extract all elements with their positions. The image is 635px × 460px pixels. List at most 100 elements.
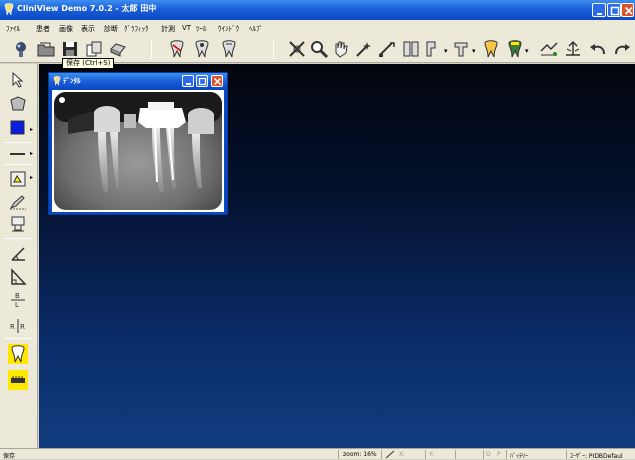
tooth-dropdown-arrow[interactable]: ▾ [525, 47, 529, 55]
pointer-icon[interactable] [8, 70, 28, 90]
annotate-dropdown-arrow[interactable]: ▸ [30, 174, 33, 181]
close-icon [624, 6, 633, 15]
adjust-icon[interactable] [563, 39, 583, 59]
maximize-icon [198, 77, 207, 86]
menu-help[interactable]: ﾍﾙﾌﾟ [249, 24, 263, 34]
minimize-button[interactable] [592, 3, 606, 17]
palette-divider [4, 142, 32, 143]
palette-divider [4, 164, 32, 165]
dental-xray-image[interactable] [54, 92, 222, 210]
shape-icon[interactable] [8, 94, 28, 114]
layout-1-dropdown-arrow[interactable]: ▾ [444, 47, 448, 55]
color-dropdown-arrow[interactable]: ▸ [30, 126, 33, 133]
tooth-1-icon[interactable] [167, 39, 187, 59]
svg-text:B: B [15, 292, 20, 300]
measure-icon[interactable] [377, 39, 397, 59]
tooth-yellow-icon[interactable] [505, 39, 525, 59]
image-close-button[interactable] [211, 75, 223, 87]
o-indicator: O [486, 451, 491, 458]
zoom-icon[interactable] [309, 39, 329, 59]
save-tooltip: 保存 (Ctrl+S) [62, 58, 115, 69]
redo-icon[interactable] [612, 39, 632, 59]
hand-icon[interactable] [331, 39, 351, 59]
app-tooth-icon [4, 3, 14, 16]
tooth-color-icon[interactable] [481, 39, 501, 59]
status-divider [455, 450, 456, 459]
x-coordinate-label: X: [399, 451, 406, 458]
close-icon [213, 77, 222, 86]
menu-window[interactable]: ｳｲﾝﾄﾞｳ [218, 24, 239, 34]
status-divider [381, 450, 382, 459]
menu-measure[interactable]: 計測 [161, 24, 175, 34]
status-divider [338, 450, 339, 459]
pencil-icon[interactable] [8, 192, 28, 212]
tool-palette: ▸ ▸ ▸ BL RR [0, 64, 38, 448]
line-tool-icon [385, 450, 395, 459]
save-icon[interactable] [60, 39, 80, 59]
ratio-icon[interactable]: BL [8, 290, 28, 310]
menu-graphic[interactable]: ｸﾞﾗﾌｨｯｸ [124, 24, 149, 34]
tooth-3-icon[interactable] [219, 39, 239, 59]
undo-icon[interactable] [588, 39, 608, 59]
minimize-icon [186, 83, 191, 85]
open-icon[interactable] [36, 39, 56, 59]
svg-text:L: L [15, 301, 19, 309]
maximize-button[interactable] [607, 3, 621, 17]
layout-2-icon[interactable] [451, 39, 471, 59]
copy-icon[interactable] [84, 39, 104, 59]
palette-divider [4, 238, 32, 239]
angle-icon[interactable] [8, 244, 28, 264]
menu-diagnosis[interactable]: 診断 [104, 24, 118, 34]
menu-file[interactable]: ﾌｧｲﾙ [6, 24, 20, 34]
mirror-icon[interactable]: RR [8, 316, 28, 336]
tooth-highlight-icon[interactable] [8, 344, 28, 364]
compare-icon[interactable] [539, 39, 559, 59]
acquire-icon[interactable] [11, 39, 31, 59]
status-divider [425, 450, 426, 459]
status-bar: 保存 zoom: 16% X: Y: O P ﾊﾞｯﾃﾘｰ ﾕｰｻﾞｰ: PID… [0, 448, 635, 460]
image-window-body [52, 90, 224, 212]
image-maximize-button[interactable] [196, 75, 208, 87]
dental-image-window[interactable]: ﾃﾞﾝﾀﾙ [48, 72, 228, 215]
image-window-title: ﾃﾞﾝﾀﾙ [63, 77, 81, 85]
menu-view[interactable]: 表示 [81, 24, 95, 34]
ruler-highlight-icon[interactable] [8, 370, 28, 390]
color-swatch-icon[interactable] [8, 118, 28, 138]
maximize-icon [610, 6, 620, 16]
tooth-2-icon[interactable] [192, 39, 212, 59]
line-dropdown-arrow[interactable]: ▸ [30, 150, 33, 157]
cliniview-app: CliniView Demo 7.0.2 - 太郎 田中 ﾌｧｲﾙ 患者 画像 … [0, 0, 635, 460]
magic-icon[interactable] [354, 39, 374, 59]
layout-2-dropdown-arrow[interactable]: ▾ [472, 47, 476, 55]
print-icon[interactable] [108, 39, 128, 59]
window-title: CliniView Demo 7.0.2 - 太郎 田中 [17, 4, 157, 13]
menu-bar: ﾌｧｲﾙ 患者 画像 表示 診断 ｸﾞﾗﾌｨｯｸ 計測 VT ﾂｰﾙ ｳｲﾝﾄﾞ… [0, 20, 635, 36]
palette-divider [4, 338, 32, 339]
status-divider [566, 450, 567, 459]
minimize-icon [597, 13, 602, 15]
menu-image[interactable]: 画像 [59, 24, 73, 34]
annotate-icon[interactable] [8, 168, 28, 188]
crosshair-icon[interactable] [287, 39, 307, 59]
zoom-readout: zoom: 16% [343, 451, 377, 458]
menu-vt[interactable]: VT [182, 24, 191, 32]
toolbar-separator [273, 40, 274, 59]
status-divider [506, 450, 507, 459]
close-button[interactable] [621, 3, 634, 17]
status-divider [483, 450, 484, 459]
triangle-icon[interactable] [8, 267, 28, 287]
layout-1-icon[interactable] [423, 39, 443, 59]
line-style-icon[interactable] [8, 144, 28, 164]
image-window-titlebar[interactable]: ﾃﾞﾝﾀﾙ [49, 73, 227, 89]
svg-text:R: R [20, 323, 25, 331]
y-coordinate-label: Y: [429, 451, 434, 458]
stamp-icon[interactable] [8, 214, 28, 234]
menu-patient[interactable]: 患者 [36, 24, 50, 34]
menu-tools[interactable]: ﾂｰﾙ [196, 24, 207, 34]
image-window-tooth-icon [53, 76, 61, 86]
title-bar[interactable]: CliniView Demo 7.0.2 - 太郎 田中 [0, 0, 635, 20]
svg-text:R: R [10, 323, 15, 331]
image-minimize-button[interactable] [182, 75, 194, 87]
tooth-arrange-icon[interactable] [401, 39, 421, 59]
toolbar-separator [151, 40, 152, 59]
